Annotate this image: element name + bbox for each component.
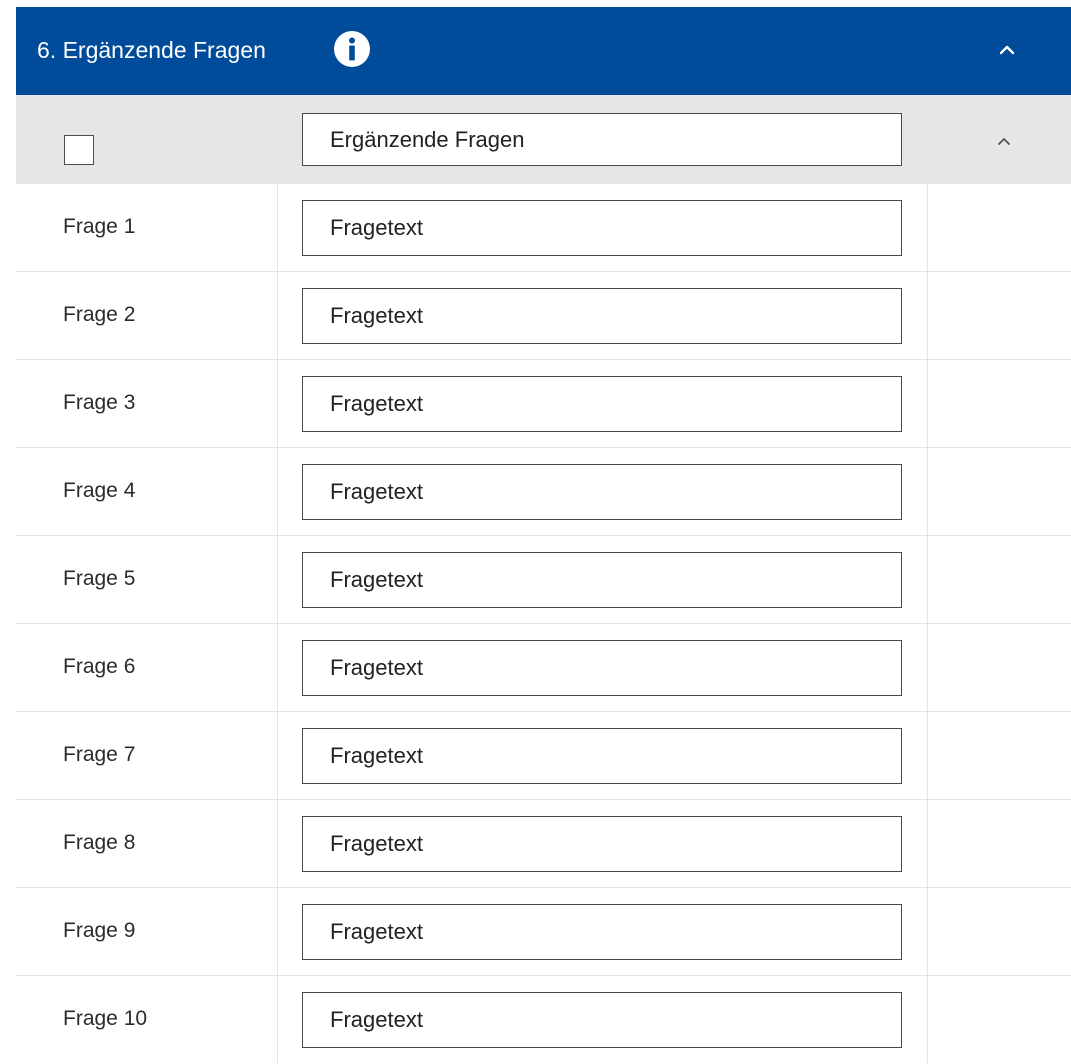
question-label: Frage 7 bbox=[63, 743, 136, 766]
chevron-up-icon[interactable] bbox=[992, 129, 1016, 153]
question-label: Frage 8 bbox=[63, 831, 136, 854]
question-label: Frage 1 bbox=[63, 215, 136, 238]
chevron-up-icon[interactable] bbox=[994, 37, 1020, 63]
group-header bbox=[16, 95, 1071, 184]
question-text-input[interactable] bbox=[302, 992, 902, 1048]
info-icon[interactable] bbox=[333, 30, 371, 68]
select-all-checkbox[interactable] bbox=[64, 135, 94, 165]
question-label: Frage 2 bbox=[63, 303, 136, 326]
question-row: Frage 2 bbox=[16, 272, 1071, 360]
supplementary-questions-panel: 6. Ergänzende Fragen Frage 1 Frage 2 bbox=[16, 7, 1071, 1063]
question-row: Frage 1 bbox=[16, 184, 1071, 272]
question-row: Frage 7 bbox=[16, 712, 1071, 800]
question-row: Frage 10 bbox=[16, 976, 1071, 1064]
question-label: Frage 3 bbox=[63, 391, 136, 414]
question-text-input[interactable] bbox=[302, 464, 902, 520]
question-label: Frage 5 bbox=[63, 567, 136, 590]
question-row: Frage 9 bbox=[16, 888, 1071, 976]
section-header[interactable]: 6. Ergänzende Fragen bbox=[16, 7, 1071, 95]
question-row: Frage 3 bbox=[16, 360, 1071, 448]
question-text-input[interactable] bbox=[302, 288, 902, 344]
question-label: Frage 10 bbox=[63, 1007, 148, 1030]
question-text-input[interactable] bbox=[302, 904, 902, 960]
question-text-input[interactable] bbox=[302, 816, 902, 872]
question-text-input[interactable] bbox=[302, 376, 902, 432]
group-title-input[interactable] bbox=[302, 113, 902, 166]
question-row: Frage 8 bbox=[16, 800, 1071, 888]
question-text-input[interactable] bbox=[302, 200, 902, 256]
question-label: Frage 6 bbox=[63, 655, 136, 678]
question-text-input[interactable] bbox=[302, 552, 902, 608]
question-label: Frage 9 bbox=[63, 919, 136, 942]
question-label: Frage 4 bbox=[63, 479, 136, 502]
question-row: Frage 6 bbox=[16, 624, 1071, 712]
question-text-input[interactable] bbox=[302, 640, 902, 696]
question-row: Frage 4 bbox=[16, 448, 1071, 536]
question-text-input[interactable] bbox=[302, 728, 902, 784]
section-title: 6. Ergänzende Fragen bbox=[37, 37, 266, 63]
question-row: Frage 5 bbox=[16, 536, 1071, 624]
